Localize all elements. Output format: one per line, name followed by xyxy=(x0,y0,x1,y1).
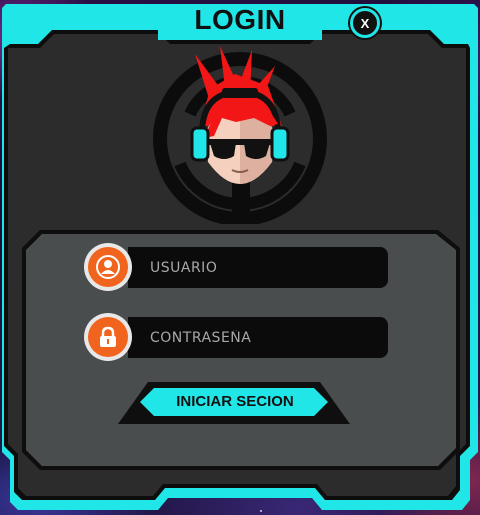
password-input[interactable] xyxy=(128,317,388,358)
close-button[interactable]: X xyxy=(350,8,380,38)
window-title: LOGIN xyxy=(194,4,286,35)
lock-icon xyxy=(100,326,116,347)
close-icon: X xyxy=(360,15,370,31)
username-input[interactable] xyxy=(128,247,388,288)
user-icon-badge xyxy=(84,243,132,291)
lock-icon-badge xyxy=(84,313,132,361)
user-icon xyxy=(96,255,120,279)
username-field[interactable] xyxy=(128,247,388,288)
avatar-icon xyxy=(153,46,327,224)
submit-button[interactable]: INICIAR SECION xyxy=(140,393,330,410)
password-field[interactable] xyxy=(128,317,388,358)
